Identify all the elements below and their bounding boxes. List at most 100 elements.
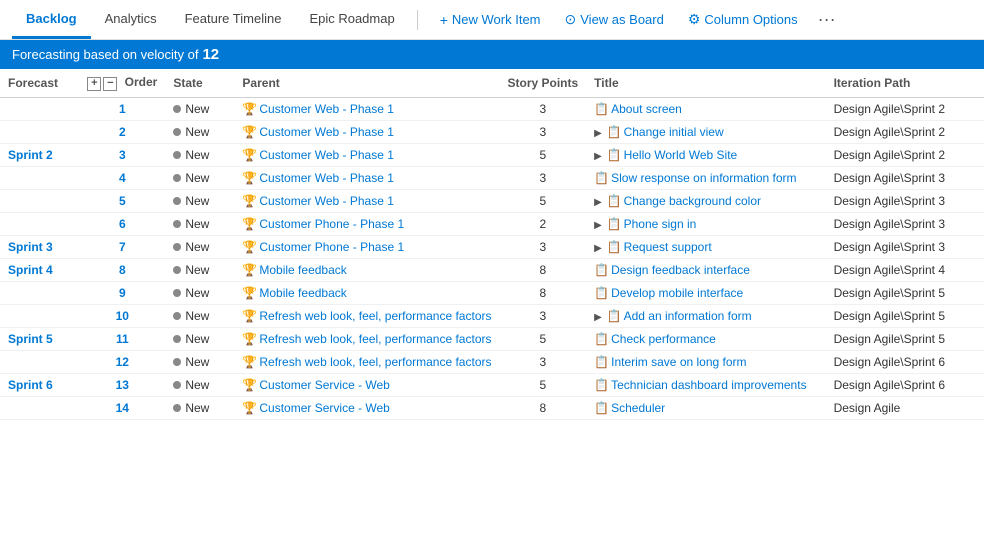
expand-arrow-icon[interactable]: ▶ [594,243,604,254]
trophy-icon: 🏆 [242,148,257,162]
book-icon: 📋 [607,217,622,231]
title-link[interactable]: Design feedback interface [611,263,750,277]
tab-analytics[interactable]: Analytics [91,1,171,39]
order-link[interactable]: 6 [119,217,126,231]
cell-iteration-path: Design Agile\Sprint 4 [826,258,984,281]
order-link[interactable]: 5 [119,194,126,208]
column-options-button[interactable]: ⚙ Column Options [678,6,808,33]
cell-order: 5 [79,189,165,212]
order-link[interactable]: 11 [116,332,129,346]
nav-actions: + New Work Item ⊙ View as Board ⚙ Column… [430,5,842,34]
cell-forecast [0,304,79,327]
cell-order: 7 [79,235,165,258]
order-link[interactable]: 9 [119,286,126,300]
title-link[interactable]: Change initial view [624,125,724,139]
title-link[interactable]: Scheduler [611,401,665,415]
title-link[interactable]: Hello World Web Site [624,148,738,162]
header-forecast: Forecast [0,69,79,97]
title-link[interactable]: Phone sign in [624,217,697,231]
parent-link[interactable]: Refresh web look, feel, performance fact… [259,332,491,346]
cell-order: 10 [79,304,165,327]
order-link[interactable]: 7 [119,240,126,254]
title-link[interactable]: Interim save on long form [611,355,746,369]
order-link[interactable]: 10 [116,309,129,323]
order-link[interactable]: 8 [119,263,126,277]
state-dot [173,197,181,205]
cell-parent: 🏆Customer Web - Phase 1 [234,120,499,143]
title-link[interactable]: Request support [624,240,712,254]
more-options-button[interactable]: ··· [812,5,842,34]
cell-forecast [0,212,79,235]
cell-forecast [0,350,79,373]
state-label: New [185,171,209,185]
cell-forecast: Sprint 5 [0,327,79,350]
tab-epic-roadmap[interactable]: Epic Roadmap [295,1,408,39]
cell-iteration-path: Design Agile\Sprint 3 [826,189,984,212]
cell-state: New [165,212,234,235]
cell-forecast [0,120,79,143]
parent-link[interactable]: Refresh web look, feel, performance fact… [259,309,491,323]
cell-parent: 🏆Customer Web - Phase 1 [234,97,499,120]
parent-link[interactable]: Customer Web - Phase 1 [259,102,394,116]
cell-title: 📋Slow response on information form [586,166,825,189]
book-icon: 📋 [594,355,609,369]
book-icon: 📋 [607,309,622,323]
expand-arrow-icon[interactable]: ▶ [594,197,604,208]
trophy-icon: 🏆 [242,194,257,208]
tab-feature-timeline[interactable]: Feature Timeline [171,1,296,39]
state-label: New [185,378,209,392]
trophy-icon: 🏆 [242,286,257,300]
book-icon: 📋 [607,125,622,139]
expand-all-icon[interactable]: + [87,77,101,91]
order-link[interactable]: 13 [116,378,129,392]
parent-link[interactable]: Mobile feedback [259,286,346,300]
parent-link[interactable]: Customer Web - Phase 1 [259,194,394,208]
title-link[interactable]: Technician dashboard improvements [611,378,806,392]
cell-story-points: 5 [499,143,586,166]
expand-arrow-icon[interactable]: ▶ [594,128,604,139]
parent-link[interactable]: Mobile feedback [259,263,346,277]
parent-link[interactable]: Customer Web - Phase 1 [259,171,394,185]
order-link[interactable]: 14 [116,401,129,415]
new-work-item-button[interactable]: + New Work Item [430,7,551,33]
cell-forecast: Sprint 4 [0,258,79,281]
parent-link[interactable]: Customer Service - Web [259,401,389,415]
cell-iteration-path: Design Agile\Sprint 2 [826,120,984,143]
parent-link[interactable]: Customer Phone - Phase 1 [259,240,404,254]
expand-arrow-icon[interactable]: ▶ [594,151,604,162]
title-link[interactable]: Slow response on information form [611,171,796,185]
cell-parent: 🏆Customer Phone - Phase 1 [234,235,499,258]
trophy-icon: 🏆 [242,217,257,231]
collapse-all-icon[interactable]: − [103,77,117,91]
parent-link[interactable]: Customer Phone - Phase 1 [259,217,404,231]
cell-title: ▶ 📋Phone sign in [586,212,825,235]
cell-forecast [0,97,79,120]
view-as-board-button[interactable]: ⊙ View as Board [555,6,674,33]
cell-iteration-path: Design Agile\Sprint 3 [826,235,984,258]
parent-link[interactable]: Refresh web look, feel, performance fact… [259,355,491,369]
tab-backlog[interactable]: Backlog [12,1,91,39]
order-link[interactable]: 2 [119,125,126,139]
title-link[interactable]: Change background color [624,194,761,208]
parent-link[interactable]: Customer Web - Phase 1 [259,148,394,162]
expand-collapse-icons: + − [87,77,117,91]
cell-state: New [165,235,234,258]
title-link[interactable]: Check performance [611,332,716,346]
trophy-icon: 🏆 [242,102,257,116]
table-row: Sprint 511New🏆Refresh web look, feel, pe… [0,327,984,350]
trophy-icon: 🏆 [242,378,257,392]
expand-arrow-icon[interactable]: ▶ [594,220,604,231]
book-icon: 📋 [594,401,609,415]
cell-title: 📋About screen [586,97,825,120]
order-link[interactable]: 1 [119,102,126,116]
title-link[interactable]: Develop mobile interface [611,286,743,300]
parent-link[interactable]: Customer Web - Phase 1 [259,125,394,139]
order-link[interactable]: 4 [119,171,126,185]
order-link[interactable]: 3 [119,148,126,162]
title-link[interactable]: Add an information form [624,309,752,323]
parent-link[interactable]: Customer Service - Web [259,378,389,392]
book-icon: 📋 [607,240,622,254]
order-link[interactable]: 12 [116,355,129,369]
expand-arrow-icon[interactable]: ▶ [594,312,604,323]
title-link[interactable]: About screen [611,102,682,116]
